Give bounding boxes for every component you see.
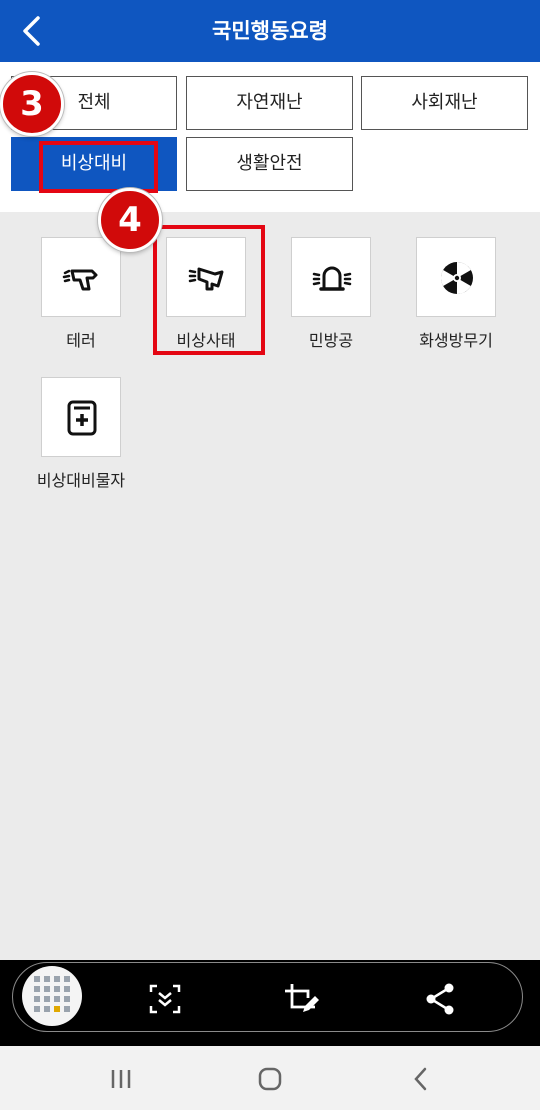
item-terror-label: 테러 <box>66 331 96 350</box>
radiation-icon <box>440 261 473 295</box>
app-bar: 국민행동요령 <box>0 0 540 62</box>
recent-apps-icon[interactable] <box>106 1064 136 1094</box>
item-civil-defense[interactable] <box>291 237 371 317</box>
screenshot-thumbnail[interactable] <box>22 966 82 1026</box>
step-marker-4: 4 <box>98 188 162 252</box>
scroll-capture-icon[interactable] <box>147 982 183 1016</box>
item-cbrn-label: 화생방무기 <box>419 331 493 350</box>
gun-icon <box>62 269 98 291</box>
tab-highlight-box <box>39 141 158 193</box>
nav-back-icon[interactable] <box>406 1064 436 1094</box>
share-icon[interactable] <box>423 982 459 1016</box>
tab-social-disaster[interactable]: 사회재난 <box>361 76 528 130</box>
item-cbrn[interactable] <box>416 237 496 317</box>
item-terror[interactable] <box>41 237 121 317</box>
crop-edit-icon[interactable] <box>283 982 319 1016</box>
item-highlight-box <box>153 225 265 355</box>
siren-icon <box>312 266 352 291</box>
item-supplies[interactable] <box>41 377 121 457</box>
emergency-supplies-icon <box>67 400 97 436</box>
thumbnail-grid-icon <box>34 976 70 1012</box>
tab-natural-disaster[interactable]: 자연재난 <box>186 76 353 130</box>
item-civil-defense-label: 민방공 <box>308 331 354 350</box>
item-supplies-label: 비상대비물자 <box>36 471 126 490</box>
page-title: 국민행동요령 <box>212 19 328 43</box>
step-marker-3: 3 <box>0 72 64 136</box>
tab-daily-safety[interactable]: 생활안전 <box>186 137 353 191</box>
home-icon[interactable] <box>255 1064 285 1094</box>
